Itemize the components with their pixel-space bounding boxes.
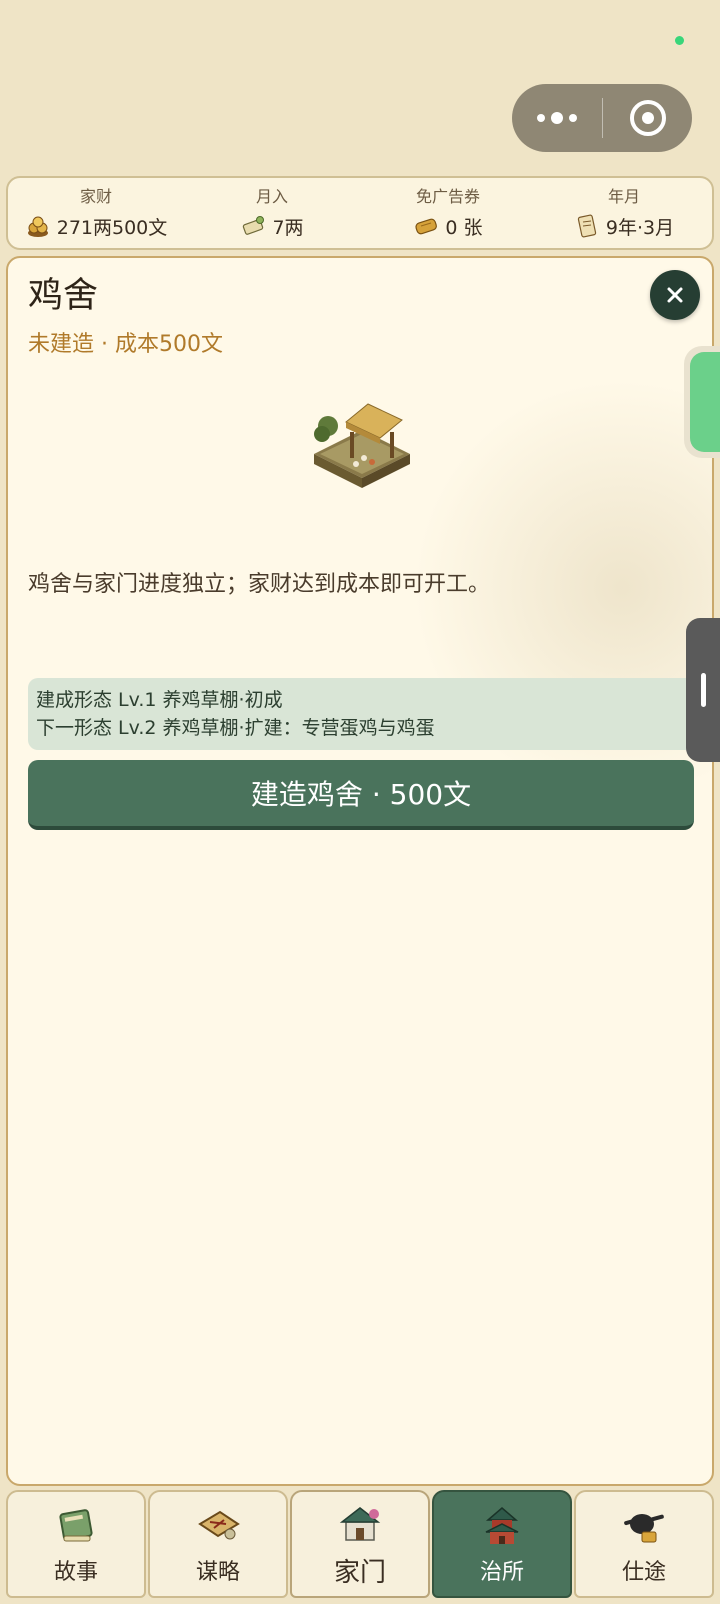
tab-story[interactable]: 故事 xyxy=(6,1490,146,1598)
more-dots-icon xyxy=(537,114,545,122)
form-current: 建成形态 Lv.1 养鸡草棚·初成 xyxy=(36,689,283,711)
target-circle-icon xyxy=(629,100,666,136)
chat-bubble-icon xyxy=(690,352,720,452)
tab-government[interactable]: 治所 xyxy=(432,1490,572,1598)
side-chat-widget[interactable] xyxy=(684,346,720,458)
more-menu-button[interactable] xyxy=(512,84,602,152)
strategy-scroll-icon xyxy=(198,1510,240,1540)
side-drawer-handle[interactable] xyxy=(686,618,720,762)
chicken-coop-icon xyxy=(314,403,410,488)
tab-label: 家门 xyxy=(333,1557,386,1588)
family-house-icon xyxy=(339,1506,381,1541)
resource-bar: 家财 271两500文 月入 7两 免广告券 0 张 年月 9年·3月 xyxy=(6,176,714,250)
resource-income: 月入 7两 xyxy=(184,178,360,248)
tab-label: 仕途 xyxy=(621,1560,666,1585)
exit-miniprogram-button[interactable] xyxy=(603,84,692,152)
build-button[interactable]: 建造鸡舍 · 500文 xyxy=(28,760,694,830)
panel-description: 鸡舍与家门进度独立；家财达到成本即可开工。 xyxy=(28,572,491,597)
tab-career[interactable]: 仕途 xyxy=(574,1490,714,1598)
tab-label: 谋略 xyxy=(195,1560,240,1585)
resource-ad-ticket: 免广告券 0 张 xyxy=(360,178,536,248)
form-info-box: 建成形态 Lv.1 养鸡草棚·初成 下一形态 Lv.2 养鸡草棚·扩建：专营蛋鸡… xyxy=(28,678,698,750)
panel-subtitle: 未建造 · 成本500文 xyxy=(28,332,223,357)
tab-family[interactable]: 家门 xyxy=(290,1490,430,1598)
resource-value: 9年·3月 xyxy=(605,216,675,239)
resource-label: 家财 xyxy=(79,186,112,206)
build-button-label: 建造鸡舍 · 500文 xyxy=(250,778,472,811)
panel-title: 鸡舍 xyxy=(28,276,99,316)
resource-label: 月入 xyxy=(255,186,288,206)
tab-label: 治所 xyxy=(479,1560,524,1585)
tab-strategy[interactable]: 谋略 xyxy=(148,1490,288,1598)
miniprogram-capsule xyxy=(512,84,692,152)
official-hat-icon xyxy=(624,1514,664,1543)
resource-value: 0 张 xyxy=(445,216,483,239)
resource-value: 7两 xyxy=(272,216,304,239)
resource-value: 271两500文 xyxy=(56,216,168,239)
scroll-income-icon xyxy=(243,216,265,235)
form-next: 下一形态 Lv.2 养鸡草棚·扩建：专营蛋鸡与鸡蛋 xyxy=(36,717,435,739)
coin-pile-icon xyxy=(27,216,48,237)
tab-label: 故事 xyxy=(53,1560,98,1585)
ticket-icon xyxy=(415,218,438,235)
building-detail-panel: 鸡舍 未建造 · 成本500文 鸡舍与家门进度独立；家财达到成本即可开工。 建成… xyxy=(6,256,714,1486)
resource-date: 年月 9年·3月 xyxy=(536,178,712,248)
resource-label: 年月 xyxy=(607,186,640,206)
calendar-scroll-icon xyxy=(577,214,597,238)
bottom-tab-bar: 故事 谋略 家门 治所 仕途 xyxy=(6,1490,714,1598)
close-button[interactable] xyxy=(650,270,700,320)
handle-bar-icon xyxy=(700,673,706,707)
government-tower-icon xyxy=(485,1507,519,1544)
close-icon xyxy=(667,287,683,303)
story-book-icon xyxy=(59,1509,93,1542)
status-indicator-dot xyxy=(675,36,684,45)
resource-label: 免广告券 xyxy=(415,186,480,206)
resource-wealth: 家财 271两500文 xyxy=(8,178,184,248)
